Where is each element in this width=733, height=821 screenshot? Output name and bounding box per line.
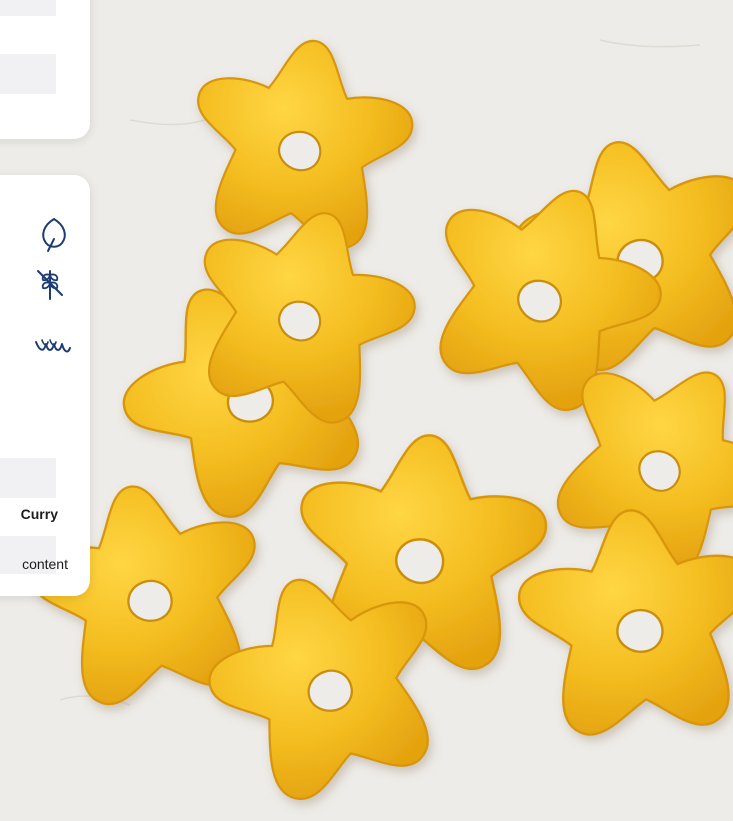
- info-row: [0, 54, 56, 94]
- snack-photo: [0, 0, 733, 821]
- wheat-icon: [30, 263, 70, 303]
- info-row: [0, 0, 56, 16]
- info-row: [0, 458, 56, 498]
- product-info-card: Curry content: [0, 175, 90, 596]
- leaf-icon: [34, 215, 74, 255]
- lentil-icon: [32, 328, 72, 368]
- content-label: content: [22, 556, 68, 572]
- flavor-label: Curry: [20, 506, 58, 522]
- info-card-top: [0, 0, 90, 139]
